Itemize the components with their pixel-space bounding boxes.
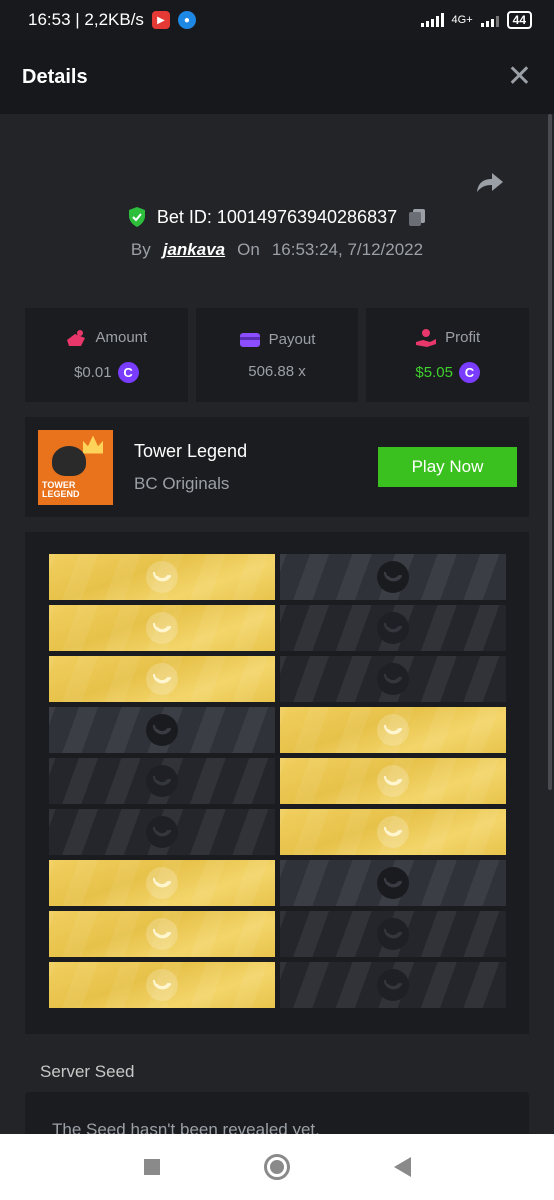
banana-icon	[377, 561, 409, 593]
app-notification-icon: ●	[177, 11, 196, 29]
tower-tile	[280, 605, 506, 651]
share-icon[interactable]	[476, 170, 504, 194]
youtube-icon: ▶	[151, 11, 170, 29]
game-info: Tower Legend BC Originals	[134, 441, 247, 494]
banana-icon	[146, 816, 178, 848]
banana-icon	[377, 969, 409, 1001]
scrollbar[interactable]	[548, 114, 552, 790]
tower-tile	[49, 911, 275, 957]
tower-tile	[280, 809, 506, 855]
shield-check-icon	[128, 207, 145, 227]
close-icon[interactable]: ✕	[507, 62, 532, 92]
tower-tile	[49, 758, 275, 804]
thumbnail-logo-text: TOWER LEGEND	[42, 479, 80, 499]
payout-label: Payout	[268, 331, 316, 348]
profit-label: Profit	[445, 329, 481, 346]
signal-icon-2	[480, 13, 499, 27]
banana-icon	[146, 918, 178, 950]
banana-icon	[377, 663, 409, 695]
tower-tile	[49, 707, 275, 753]
server-seed-text: The Seed hasn't been revealed yet.	[52, 1120, 320, 1134]
details-header: Details ✕	[0, 40, 554, 114]
profit-icon	[416, 328, 437, 347]
banana-icon	[377, 918, 409, 950]
stat-amount: Amount $0.01 C	[25, 308, 188, 402]
wallet-icon	[239, 332, 260, 347]
amount-icon	[67, 329, 86, 346]
copy-icon[interactable]	[407, 207, 427, 227]
home-button[interactable]	[263, 1154, 290, 1180]
game-thumbnail[interactable]: TOWER LEGEND	[38, 429, 113, 505]
amount-value: $0.01	[74, 363, 112, 381]
tower-tile	[49, 656, 275, 702]
status-left: 16:53 | 2,2KB/s ▶ ●	[28, 10, 196, 30]
banana-icon	[146, 867, 178, 899]
tower-tile	[280, 758, 506, 804]
coin-icon: C	[458, 361, 480, 383]
bet-id-row: Bet ID: 100149763940286837	[0, 206, 554, 228]
back-button[interactable]	[393, 1157, 411, 1177]
banana-icon	[146, 663, 178, 695]
tower-tile	[280, 707, 506, 753]
status-right: 4G+ 44	[420, 11, 532, 29]
battery-icon: 44	[506, 11, 532, 29]
tower-tile	[280, 962, 506, 1008]
details-content[interactable]: Bet ID: 100149763940286837 By jankava On…	[0, 114, 554, 1134]
stat-payout: Payout 506.88 x	[195, 308, 359, 402]
recent-apps-button[interactable]	[143, 1159, 160, 1175]
tower-board	[25, 532, 529, 1034]
profit-value-row: $5.05 C	[415, 361, 480, 383]
stats-row: Amount $0.01 C Payout 506.88 x Profit $5…	[25, 308, 530, 402]
crown-icon	[83, 435, 103, 454]
play-now-button[interactable]: Play Now	[378, 447, 517, 487]
payout-label-row: Payout	[239, 331, 316, 349]
banana-icon	[146, 765, 178, 797]
page-title: Details	[22, 65, 88, 88]
payout-value: 506.88 x	[248, 362, 306, 380]
by-label: By	[130, 240, 151, 259]
gorilla-icon	[52, 445, 86, 476]
profit-label-row: Profit	[415, 328, 480, 348]
server-seed-box: The Seed hasn't been revealed yet.	[25, 1092, 529, 1134]
banana-icon	[377, 612, 409, 644]
banana-icon	[146, 561, 178, 593]
banana-icon	[377, 816, 409, 848]
network-type: 4G+	[451, 14, 473, 26]
tower-tile	[49, 962, 275, 1008]
game-provider: BC Originals	[134, 473, 230, 493]
banana-icon	[146, 969, 178, 1001]
server-seed-label: Server Seed	[40, 1062, 135, 1081]
android-navbar	[0, 1134, 554, 1200]
banana-icon	[146, 714, 178, 746]
on-label: On	[237, 240, 260, 259]
username-link[interactable]: jankava	[163, 240, 225, 260]
bet-datetime: 16:53:24, 7/12/2022	[271, 240, 424, 259]
signal-icon	[420, 13, 444, 27]
banana-icon	[377, 867, 409, 899]
profit-value: $5.05	[415, 363, 453, 381]
tower-tile	[49, 554, 275, 600]
game-card: TOWER LEGEND Tower Legend BC Originals P…	[25, 417, 529, 517]
bet-meta-row: By jankava On 16:53:24, 7/12/2022	[0, 240, 554, 260]
banana-icon	[377, 714, 409, 746]
stat-profit: Profit $5.05 C	[366, 308, 530, 402]
tower-tile	[280, 911, 506, 957]
tower-tile	[49, 809, 275, 855]
amount-label: Amount	[95, 329, 148, 346]
bet-id: Bet ID: 100149763940286837	[156, 206, 398, 227]
tower-tile	[280, 554, 506, 600]
banana-icon	[377, 765, 409, 797]
status-time: 16:53 | 2,2KB/s	[28, 10, 144, 29]
payout-value-row: 506.88 x	[248, 363, 306, 380]
tower-tile	[280, 656, 506, 702]
tower-tile	[280, 860, 506, 906]
status-bar: 16:53 | 2,2KB/s ▶ ● 4G+ 44	[0, 0, 554, 40]
amount-label-row: Amount	[65, 328, 147, 348]
game-name: Tower Legend	[134, 440, 248, 461]
tower-tile	[49, 605, 275, 651]
banana-icon	[146, 612, 178, 644]
coin-icon: C	[117, 361, 139, 383]
tower-tile	[49, 860, 275, 906]
amount-value-row: $0.01 C	[74, 361, 139, 383]
